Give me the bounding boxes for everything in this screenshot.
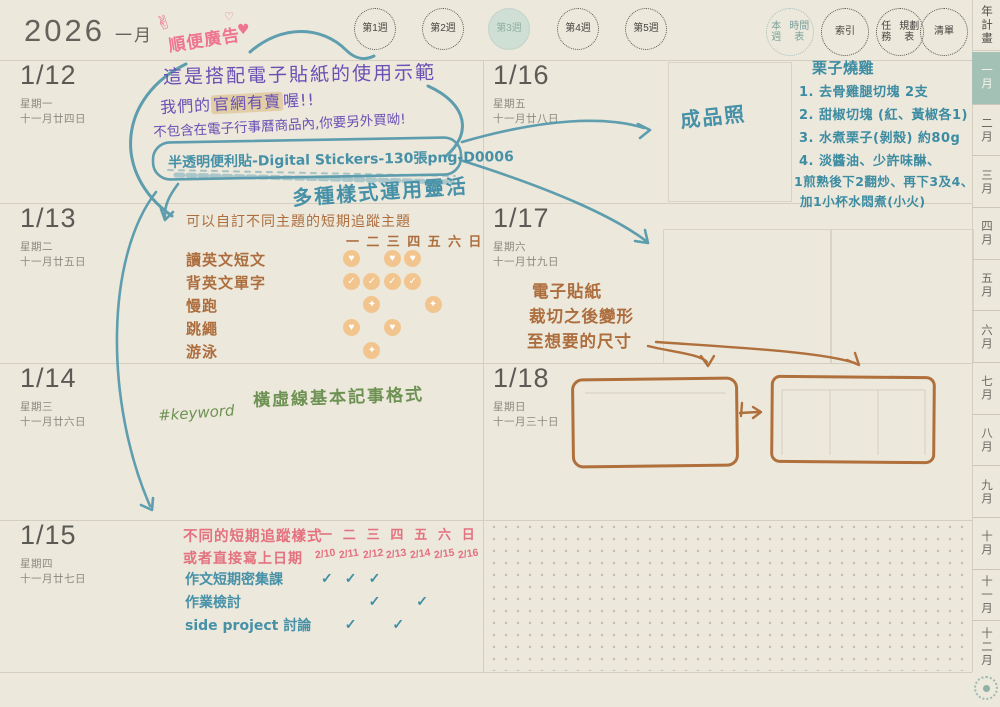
arrow-note-to-box1 [648, 346, 714, 366]
tracker1-sticker-star-icon[interactable]: ✦ [425, 296, 442, 313]
arrow-to-photo [462, 121, 650, 142]
tracker2-check-icon[interactable]: ✓ [392, 616, 404, 633]
tracker2-check-icon[interactable]: ✓ [416, 593, 428, 610]
tracker1-weekday-col: 二 [366, 231, 379, 250]
tracker2-check-icon[interactable]: ✓ [321, 570, 333, 587]
tracker2-weekday-col: 一 [319, 524, 332, 543]
tracker2-row-label: 作業檢討 [185, 592, 241, 612]
tracker2-weekday-col: 二 [343, 524, 356, 543]
tracker2-check-icon[interactable]: ✓ [345, 616, 357, 633]
recipe-line: 1煎熟後下2翻炒、再下3及4、 [794, 171, 974, 190]
tracker2-check-icon[interactable]: ✓ [369, 593, 381, 610]
sketch-box-inner-grid [782, 390, 925, 455]
tracker2-weekday-col: 五 [414, 524, 427, 543]
tracker1-row-label: 讀英文短文 [186, 249, 266, 270]
tracker2-row-label: side project 討論 [185, 615, 311, 635]
arrow-to-tracker1 [161, 184, 178, 220]
recipe-line: 栗子燒雞 [812, 57, 874, 78]
tracker2-weekday-col: 三 [367, 524, 380, 543]
note-purple-line2-post: 喔!! [283, 90, 316, 111]
tracker1-weekday-col: 六 [448, 231, 461, 250]
recipe-line: 4. 淡醬油、少許味醂、 [799, 150, 941, 169]
recipe-line: 3. 水煮栗子(剝殼) 約80g [799, 127, 960, 146]
tracker1-sticker-check-icon[interactable]: ✓ [384, 273, 401, 290]
sketch-box-2 [772, 376, 935, 462]
sticker-note-line: 至想要的尺寸 [527, 328, 632, 352]
tracker1-weekday-col: 三 [387, 231, 400, 250]
tracker2-weekday-col: 六 [438, 524, 451, 543]
tracker1-sticker-heart-icon[interactable]: ♥ [343, 319, 360, 336]
tracker1-row-label: 背英文單字 [186, 272, 266, 293]
tracker1-row-label: 游泳 [186, 341, 218, 362]
tracker1-weekday-col: 一 [346, 231, 359, 250]
bubble-top-arc [250, 32, 374, 59]
recipe-line: 加1小杯水悶煮(小火) [800, 191, 926, 210]
sketch-box-1 [572, 378, 737, 467]
recipe-line: 2. 甜椒切塊 (紅、黃椒各1) [799, 104, 968, 123]
note-purple-line2-pre: 我們的 [160, 95, 212, 117]
heart-icon: ♥ [237, 22, 250, 38]
tracker1-weekday-col: 日 [468, 231, 481, 250]
tracker1-sticker-heart-icon[interactable]: ♥ [384, 319, 401, 336]
tracker2-title: 不同的短期追蹤樣式 [183, 525, 323, 546]
tracker2-check-icon[interactable]: ✓ [369, 570, 381, 587]
note-purple-highlight: 官網有賣 [211, 92, 284, 115]
digital-planner-page: { "header": { "title_year": "2026", "tit… [0, 0, 1000, 707]
tracker2-weekday-col: 日 [462, 524, 475, 543]
sticker-note-line: 裁切之後變形 [529, 303, 634, 327]
recipe-line: 1. 去骨雞腿切塊 2支 [799, 81, 928, 100]
tracker1-weekday-col: 五 [428, 231, 441, 250]
tracker1-weekday-col: 四 [407, 231, 420, 250]
arrow-between-boxes [740, 403, 761, 418]
tracker1-row-label: 慢跑 [186, 295, 218, 316]
tracker1-row-label: 跳繩 [186, 318, 218, 339]
tracker1-sticker-heart-icon[interactable]: ♥ [343, 250, 360, 267]
tracker1-sticker-check-icon[interactable]: ✓ [343, 273, 360, 290]
heart-icon: ♡ [224, 10, 234, 23]
arrow-to-tracker2 [117, 192, 156, 510]
tracker2-row-label: 作文短期密集課 [185, 569, 283, 589]
arrow-to-saturday-cell [460, 160, 648, 243]
tracker1-sticker-heart-icon[interactable]: ♥ [384, 250, 401, 267]
tracker1-title: 可以自訂不同主題的短期追蹤主題 [186, 211, 411, 231]
sticker-note-line: 電子貼紙 [532, 278, 602, 302]
tracker2-check-icon[interactable]: ✓ [345, 570, 357, 587]
tracker2-subtitle: 或者直接寫上日期 [183, 548, 303, 568]
tracker2-weekday-col: 四 [390, 524, 403, 543]
note-purple-line1: 這是搭配電子貼紙的使用示範 [163, 58, 436, 90]
